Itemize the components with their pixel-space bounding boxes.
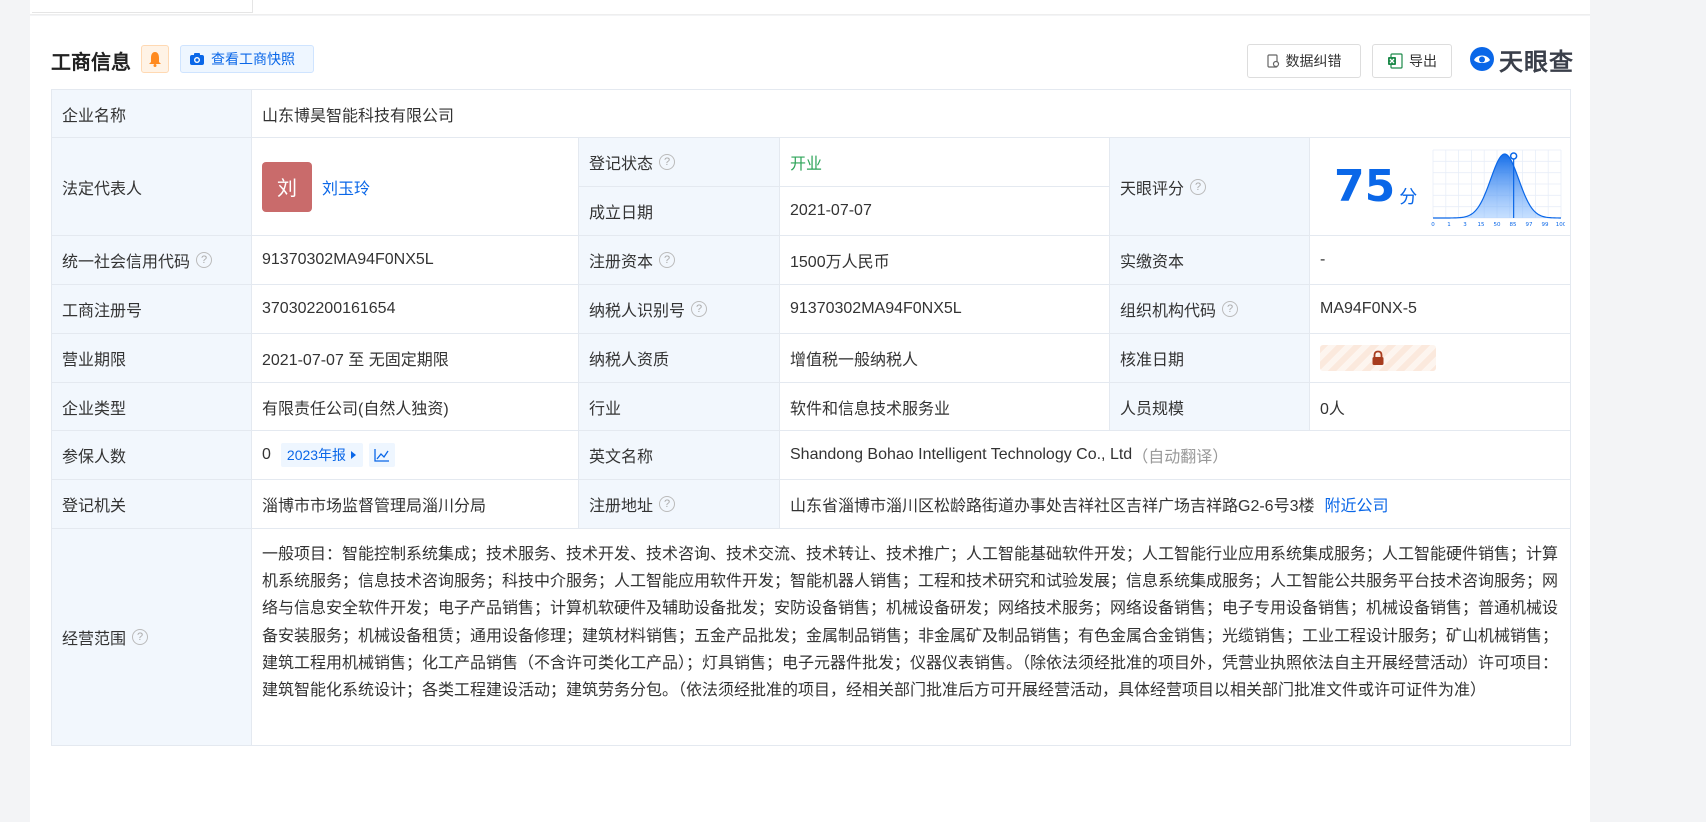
org-code-label: 组织机构代码?	[1110, 285, 1310, 334]
op-period-value: 2021-07-07 至 无固定期限	[252, 334, 579, 383]
org-code-value: MA94F0NX-5	[1310, 285, 1571, 334]
insured-value: 0 2023年报	[252, 431, 579, 480]
tianyancha-logo-text: 天眼查	[1499, 48, 1574, 76]
reg-status-value: 开业	[780, 138, 1110, 187]
reg-address-label: 注册地址?	[579, 480, 780, 529]
vip-locked-field[interactable]	[1320, 345, 1436, 371]
data-correction-label: 数据纠错	[1285, 53, 1342, 69]
score-marker-dot	[1510, 151, 1518, 160]
x-tick-label: 50	[1494, 222, 1501, 228]
follow-bell-button[interactable]	[141, 45, 169, 73]
help-icon[interactable]: ?	[659, 154, 676, 170]
approve-date-label: 核准日期	[1110, 334, 1310, 383]
x-tick-label: 0	[1431, 222, 1435, 228]
industry-label: 行业	[579, 383, 780, 431]
staff-size-value: 0人	[1310, 383, 1571, 431]
company-name-label: 企业名称	[52, 90, 252, 138]
taxpayer-id-value: 91370302MA94F0NX5L	[780, 285, 1110, 334]
english-name-value: Shandong Bohao Intelligent Technology Co…	[780, 431, 1571, 480]
legal-rep-value: 刘 刘玉玲	[252, 138, 579, 236]
op-period-label: 营业期限	[52, 334, 252, 383]
help-icon[interactable]: ?	[132, 629, 149, 645]
x-tick-label: 85	[1510, 222, 1517, 228]
tianyan-score-label: 天眼评分?	[1110, 138, 1310, 236]
export-label: 导出	[1409, 53, 1437, 69]
paid-capital-value: -	[1310, 236, 1571, 285]
x-tick-label: 97	[1526, 222, 1533, 228]
staff-size-label: 人员规模	[1110, 383, 1310, 431]
x-tick-label: 99	[1542, 222, 1549, 228]
bell-icon	[149, 52, 161, 67]
view-snapshot-button[interactable]: 查看工商快照	[180, 45, 314, 73]
lock-icon	[1372, 350, 1384, 365]
company-type-label: 企业类型	[52, 383, 252, 431]
score-number: 75	[1334, 161, 1396, 212]
score-distribution-chart: 0 1 3 15 50 85 97 99 100	[1431, 149, 1565, 228]
trend-chart-button[interactable]	[369, 443, 396, 467]
line-chart-icon	[374, 449, 390, 462]
help-icon[interactable]: ?	[659, 496, 676, 512]
industry-value: 软件和信息技术服务业	[780, 383, 1110, 431]
found-date-value: 2021-07-07	[780, 187, 1110, 236]
reg-address-value: 山东省淄博市淄川区松龄路街道办事处吉祥社区吉祥广场吉祥路G2-6号3楼 附近公司	[780, 480, 1571, 529]
view-snapshot-label: 查看工商快照	[211, 51, 295, 67]
auto-translate-note: （自动翻译）	[1132, 449, 1229, 466]
english-name-label: 英文名称	[579, 431, 780, 480]
help-icon[interactable]: ?	[1190, 178, 1207, 195]
company-type-value: 有限责任公司(自然人独资)	[252, 383, 579, 431]
insured-label: 参保人数	[52, 431, 252, 480]
export-button[interactable]: 导出	[1372, 44, 1452, 78]
document-edit-icon	[1266, 54, 1279, 68]
excel-icon	[1388, 53, 1403, 69]
insured-count: 0	[262, 446, 271, 463]
help-icon[interactable]: ?	[659, 252, 676, 268]
credit-code-value: 91370302MA94F0NX5L	[252, 236, 579, 285]
legal-rep-avatar[interactable]: 刘	[262, 161, 312, 212]
legal-rep-label: 法定代表人	[52, 138, 252, 236]
biz-reg-no-value: 370302200161654	[252, 285, 579, 334]
data-correction-button[interactable]: 数据纠错	[1247, 44, 1361, 78]
approve-date-value	[1310, 334, 1571, 383]
reg-status-label: 登记状态?	[579, 138, 780, 187]
top-tab[interactable]	[32, 0, 253, 13]
reg-capital-value: 1500万人民币	[780, 236, 1110, 285]
help-icon[interactable]: ?	[691, 301, 708, 317]
company-name-value: 山东博昊智能科技有限公司	[252, 90, 1571, 138]
found-date-label: 成立日期	[579, 187, 780, 236]
scope-value: 一般项目：智能控制系统集成；技术服务、技术开发、技术咨询、技术交流、技术转让、技…	[252, 529, 1571, 746]
reg-authority-label: 登记机关	[52, 480, 252, 529]
taxpayer-id-label: 纳税人识别号?	[579, 285, 780, 334]
biz-reg-no-label: 工商注册号	[52, 285, 252, 334]
help-icon[interactable]: ?	[1222, 301, 1239, 317]
credit-code-label: 统一社会信用代码?	[52, 236, 252, 285]
x-tick-label: 100	[1556, 222, 1565, 228]
reg-capital-label: 注册资本?	[579, 236, 780, 285]
tianyan-score-value[interactable]: 75 分 0 1 3 15 50 85 97 99 100	[1310, 138, 1571, 236]
taxpayer-qual-label: 纳税人资质	[579, 334, 780, 383]
section-title: 工商信息	[51, 52, 131, 74]
scope-label: 经营范围?	[52, 529, 252, 746]
taxpayer-qual-value: 增值税一般纳税人	[780, 334, 1110, 383]
annual-report-tag[interactable]: 2023年报	[280, 443, 364, 467]
paid-capital-label: 实缴资本	[1110, 236, 1310, 285]
caret-right-icon	[351, 451, 357, 459]
x-tick-label: 15	[1478, 222, 1485, 228]
legal-rep-name-link[interactable]: 刘玉玲	[322, 175, 370, 199]
top-strip	[30, 0, 1590, 15]
x-tick-label: 3	[1463, 222, 1467, 228]
reg-authority-value: 淄博市市场监督管理局淄川分局	[252, 480, 579, 529]
nearby-companies-link[interactable]: 附近公司	[1324, 492, 1388, 516]
x-tick-label: 1	[1447, 222, 1451, 228]
tianyancha-logo-icon	[1470, 47, 1494, 71]
score-unit: 分	[1399, 186, 1418, 207]
tianyancha-logo: 天眼查	[1469, 43, 1574, 76]
help-icon[interactable]: ?	[196, 252, 213, 268]
camera-icon	[190, 53, 204, 65]
